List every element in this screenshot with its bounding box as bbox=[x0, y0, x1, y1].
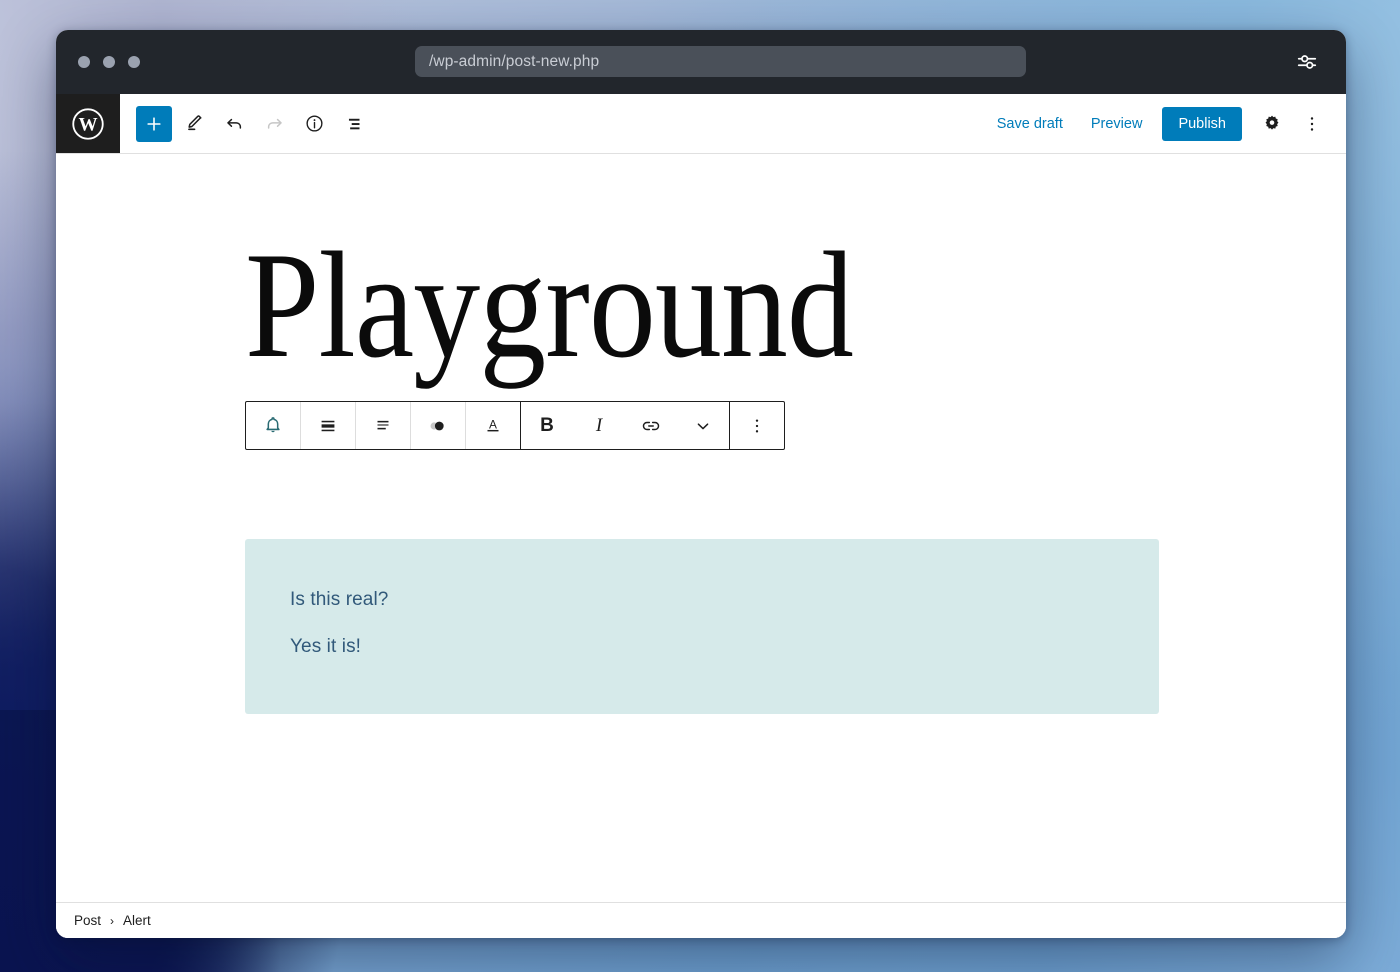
toolbar-group-block-align bbox=[301, 402, 356, 449]
preview-button[interactable]: Preview bbox=[1079, 108, 1155, 140]
more-vertical-icon bbox=[1310, 116, 1314, 131]
editor-header: W Save draft Preview Publish bbox=[56, 94, 1346, 154]
alert-line[interactable]: Yes it is! bbox=[290, 636, 1114, 659]
block-toolbar: A B I bbox=[245, 401, 785, 450]
duotone-circle-icon bbox=[430, 421, 444, 430]
bell-icon bbox=[266, 416, 280, 432]
redo-button[interactable] bbox=[256, 106, 292, 142]
editor-canvas[interactable]: Playground A B I Is this real? Yes it is… bbox=[56, 154, 1346, 902]
breadcrumb: Post › Alert bbox=[56, 902, 1346, 938]
svg-text:A: A bbox=[489, 417, 497, 431]
maximize-window-button[interactable] bbox=[128, 56, 140, 68]
text-color-a-icon: A bbox=[487, 417, 499, 431]
link-button[interactable] bbox=[625, 402, 677, 449]
block-style-button[interactable] bbox=[411, 402, 465, 449]
link-icon bbox=[642, 421, 660, 430]
toolbar-group-options bbox=[730, 402, 784, 449]
redo-icon bbox=[267, 118, 282, 129]
plus-icon bbox=[147, 116, 161, 131]
block-align-button[interactable] bbox=[301, 402, 355, 449]
more-vertical-icon bbox=[755, 419, 759, 432]
svg-text:W: W bbox=[78, 114, 97, 135]
tools-button[interactable] bbox=[176, 106, 212, 142]
post-title[interactable]: Playground bbox=[245, 229, 1037, 381]
pencil-icon bbox=[187, 115, 202, 131]
traffic-lights bbox=[78, 56, 140, 68]
address-bar[interactable]: /wp-admin/post-new.php bbox=[415, 46, 1026, 77]
align-full-width-icon bbox=[321, 420, 335, 431]
text-align-button[interactable] bbox=[356, 402, 410, 449]
more-options-button[interactable] bbox=[1294, 106, 1330, 142]
text-color-button[interactable]: A bbox=[466, 402, 520, 449]
header-spacer bbox=[372, 94, 985, 153]
block-options-button[interactable] bbox=[730, 402, 784, 449]
toolbar-group-text-color: A bbox=[466, 402, 521, 449]
breadcrumb-item-alert[interactable]: Alert bbox=[123, 913, 151, 928]
block-type-button[interactable] bbox=[246, 402, 300, 449]
toolbar-group-block-type bbox=[246, 402, 301, 449]
alert-block[interactable]: Is this real? Yes it is! bbox=[245, 539, 1159, 714]
gear-icon bbox=[1265, 115, 1279, 130]
save-draft-button[interactable]: Save draft bbox=[985, 108, 1075, 140]
minimize-window-button[interactable] bbox=[103, 56, 115, 68]
wordpress-logo-icon[interactable]: W bbox=[56, 94, 120, 153]
address-bar-text: /wp-admin/post-new.php bbox=[429, 52, 600, 70]
wordpress-editor: W Save draft Preview Publish Playground … bbox=[56, 94, 1346, 938]
add-block-button[interactable] bbox=[136, 105, 172, 142]
italic-button[interactable]: I bbox=[573, 402, 625, 449]
more-rich-text-button[interactable] bbox=[677, 402, 729, 449]
browser-window: /wp-admin/post-new.php W Save draft Prev… bbox=[56, 30, 1346, 938]
list-view-button[interactable] bbox=[336, 106, 372, 142]
document-overview-icon bbox=[348, 118, 360, 129]
undo-button[interactable] bbox=[216, 106, 252, 142]
publish-button[interactable]: Publish bbox=[1162, 106, 1242, 141]
sliders-icon[interactable] bbox=[1294, 49, 1320, 75]
info-icon bbox=[305, 115, 323, 132]
editor-right-toolbar: Save draft Preview Publish bbox=[985, 94, 1346, 153]
chevron-down-icon bbox=[697, 422, 709, 429]
details-button[interactable] bbox=[296, 106, 332, 142]
browser-chrome: /wp-admin/post-new.php bbox=[56, 30, 1346, 94]
bold-button[interactable]: B bbox=[521, 402, 573, 449]
editor-left-toolbar bbox=[120, 94, 372, 153]
settings-button[interactable] bbox=[1254, 106, 1290, 142]
align-text-left-icon bbox=[377, 420, 389, 429]
undo-icon bbox=[226, 118, 241, 129]
toolbar-group-rich-text: B I bbox=[521, 402, 730, 449]
toolbar-group-text-align bbox=[356, 402, 411, 449]
close-window-button[interactable] bbox=[78, 56, 90, 68]
toolbar-group-block-style bbox=[411, 402, 466, 449]
alert-line[interactable]: Is this real? bbox=[290, 589, 1114, 612]
breadcrumb-item-post[interactable]: Post bbox=[74, 913, 101, 928]
chevron-right-icon: › bbox=[110, 913, 115, 928]
